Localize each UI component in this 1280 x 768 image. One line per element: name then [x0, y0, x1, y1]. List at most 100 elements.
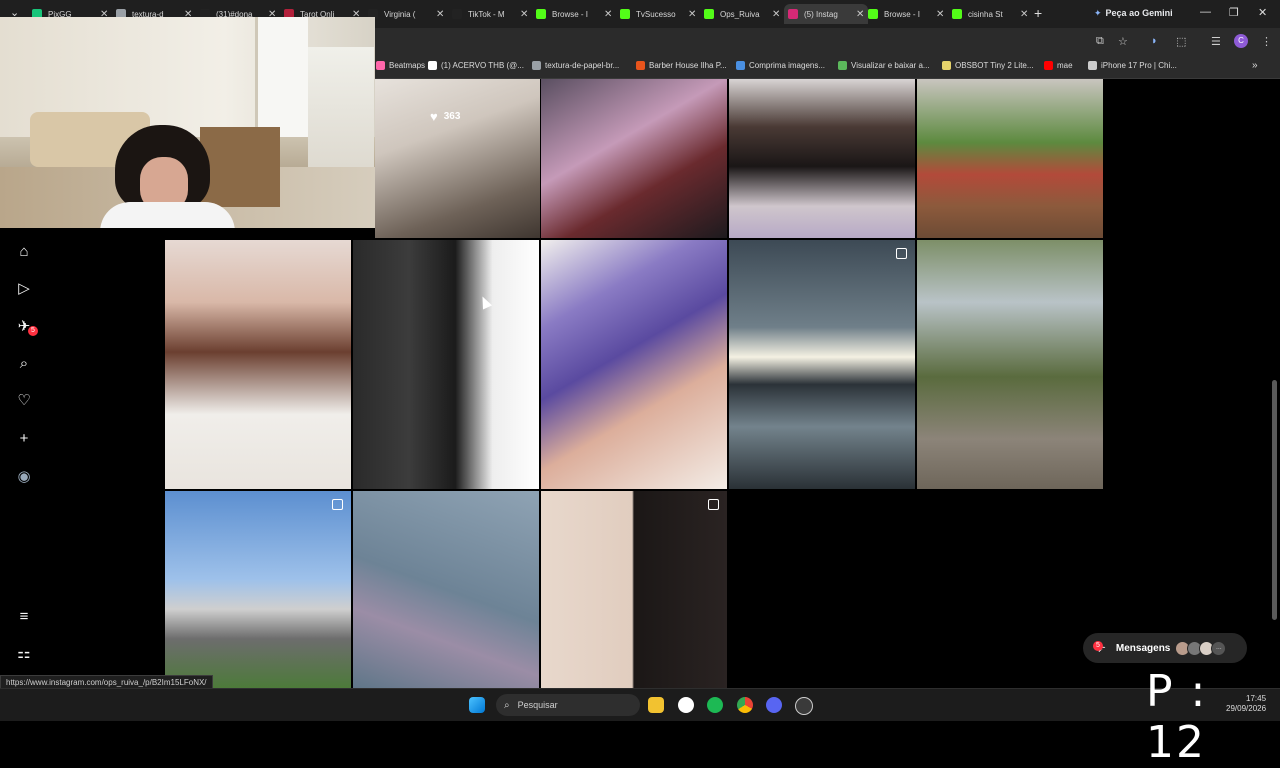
bookmark-item[interactable]: Barber House Ilha P...	[636, 61, 727, 70]
bookmark-label: mae	[1057, 61, 1073, 70]
post-thumbnail[interactable]	[729, 79, 915, 238]
profile-avatar-icon[interactable]: ◉	[14, 466, 34, 486]
spotify-icon[interactable]	[707, 697, 723, 713]
tab-title: TikTok - M	[468, 9, 505, 19]
cam-window	[308, 47, 374, 167]
webcam-overlay	[0, 17, 375, 228]
bookmark-star-icon[interactable]: ☆	[1118, 35, 1128, 48]
post-thumbnail[interactable]	[541, 79, 727, 238]
bookmark-item[interactable]: Visualizar e baixar a...	[838, 61, 930, 70]
bookmark-label: textura-de-papel-br...	[545, 61, 620, 70]
minimize-icon[interactable]: —	[1200, 6, 1211, 18]
page-scrollbar[interactable]	[1272, 380, 1277, 620]
browser-tab[interactable]: Browse - I ✕	[536, 4, 612, 24]
extension-icon[interactable]: ◗	[1151, 35, 1158, 47]
windows-taskbar: ⌕ Pesquisar 17:45 29/09/2026	[0, 688, 1280, 721]
bookmark-label: Visualizar e baixar a...	[851, 61, 930, 70]
app-icon[interactable]	[678, 697, 694, 713]
threads-apps-icon[interactable]: ⚏	[14, 643, 34, 663]
tab-close-icon[interactable]: ✕	[604, 9, 612, 20]
browser-tab[interactable]: Browse - I ✕	[868, 4, 944, 24]
gemini-button[interactable]: ✦ Peça ao Gemini	[1094, 8, 1173, 19]
bookmark-item[interactable]: textura-de-papel-br...	[532, 61, 619, 70]
bookmark-favicon-icon	[1088, 61, 1097, 70]
bookmark-item[interactable]: iPhone 17 Pro | Chi...	[1088, 61, 1177, 70]
windows-start-icon[interactable]	[469, 697, 485, 713]
browser-tab[interactable]: TikTok - M ✕	[452, 4, 528, 24]
post-thumbnail[interactable]	[353, 240, 539, 489]
media-controls-icon[interactable]: ☰	[1211, 35, 1221, 48]
tab-close-icon[interactable]: ✕	[936, 9, 944, 20]
menu-dots-icon[interactable]: ⋮	[1261, 35, 1272, 48]
bookmark-item[interactable]: Comprima imagens...	[736, 61, 825, 70]
bookmark-label: (1) ACERVO THB (@...	[441, 61, 524, 70]
messages-button[interactable]: ✈ 5 Mensagens …	[1083, 633, 1247, 663]
post-like-count: ♥ 363	[430, 109, 461, 124]
carousel-icon	[708, 499, 719, 510]
obs-icon[interactable]	[795, 697, 813, 715]
search-icon: ⌕	[504, 699, 510, 711]
restore-icon[interactable]: ❐	[1229, 6, 1239, 19]
post-thumbnail[interactable]	[917, 240, 1103, 489]
bookmark-item[interactable]: mae	[1044, 61, 1073, 70]
tab-close-icon[interactable]: ✕	[1020, 9, 1028, 20]
taskbar-search[interactable]: ⌕ Pesquisar	[496, 694, 640, 716]
cam-person-shirt	[100, 202, 235, 228]
tab-close-icon[interactable]: ✕	[520, 9, 528, 20]
post-thumbnail[interactable]	[541, 240, 727, 489]
carousel-icon	[332, 499, 343, 510]
cam-door	[255, 17, 308, 137]
browser-tab[interactable]: TvSucesso ✕	[620, 4, 696, 24]
tab-title: Virginia (	[384, 9, 416, 19]
taskbar-search-placeholder: Pesquisar	[517, 700, 558, 710]
browser-tab[interactable]: Virginia ( ✕	[368, 4, 444, 24]
tab-title: Ops_Ruiva	[720, 9, 760, 19]
install-app-icon[interactable]: ⧉	[1096, 35, 1104, 48]
browser-tab[interactable]: Ops_Ruiva ✕	[704, 4, 780, 24]
bookmark-label: OBSBOT Tiny 2 Lite...	[955, 61, 1034, 70]
profile-avatar[interactable]: C	[1234, 34, 1248, 48]
browser-tab[interactable]: (5) Instag ✕	[784, 4, 869, 24]
tab-close-icon[interactable]: ✕	[856, 9, 864, 20]
message-avatars: …	[1175, 640, 1227, 656]
browser-tab[interactable]: cisinha St ✕	[952, 4, 1028, 24]
new-tab-button[interactable]: +	[1034, 5, 1042, 21]
post-thumbnail[interactable]	[541, 491, 727, 688]
post-thumbnail[interactable]	[917, 79, 1103, 238]
post-thumbnail[interactable]	[353, 491, 539, 688]
discord-icon[interactable]	[766, 697, 782, 713]
tab-close-icon[interactable]: ✕	[436, 9, 444, 20]
home-icon[interactable]: ⌂	[14, 241, 34, 261]
tab-title: cisinha St	[968, 9, 1003, 19]
bookmark-favicon-icon	[942, 61, 951, 70]
notification-badge: 5	[28, 326, 38, 336]
post-thumbnail[interactable]	[165, 240, 351, 489]
bookmark-label: iPhone 17 Pro | Chi...	[1101, 61, 1177, 70]
gemini-label: Peça ao Gemini	[1105, 8, 1173, 18]
tab-close-icon[interactable]: ✕	[688, 9, 696, 20]
notifications-heart-icon[interactable]: ♡	[14, 390, 34, 410]
more-menu-icon[interactable]: ≡	[14, 606, 34, 626]
search-icon[interactable]: ⌕	[14, 353, 34, 373]
bookmark-item[interactable]: (1) ACERVO THB (@...	[428, 61, 524, 70]
bookmark-item[interactable]: Beatmaps	[376, 61, 425, 70]
bookmark-label: Barber House Ilha P...	[649, 61, 727, 70]
gemini-sparkle-icon: ✦	[1094, 8, 1102, 18]
heart-icon: ♥	[430, 109, 438, 124]
close-window-icon[interactable]: ✕	[1258, 6, 1267, 19]
post-thumbnail[interactable]	[729, 240, 915, 489]
bookmarks-overflow-icon[interactable]: »	[1252, 60, 1258, 71]
post-thumbnail[interactable]	[375, 79, 540, 238]
chrome-icon[interactable]	[737, 697, 753, 713]
bookmark-favicon-icon	[1044, 61, 1053, 70]
tab-title: Browse - I	[552, 9, 589, 19]
create-plus-icon[interactable]: +	[14, 428, 34, 448]
extensions-puzzle-icon[interactable]: ⬚	[1176, 35, 1186, 48]
file-explorer-icon[interactable]	[648, 697, 664, 713]
post-thumbnail[interactable]	[165, 491, 351, 688]
tab-close-icon[interactable]: ✕	[772, 9, 780, 20]
tab-title: (5) Instag	[804, 9, 838, 19]
tab-favicon-icon	[952, 9, 962, 19]
reels-icon[interactable]: ▷	[14, 278, 34, 298]
bookmark-item[interactable]: OBSBOT Tiny 2 Lite...	[942, 61, 1034, 70]
